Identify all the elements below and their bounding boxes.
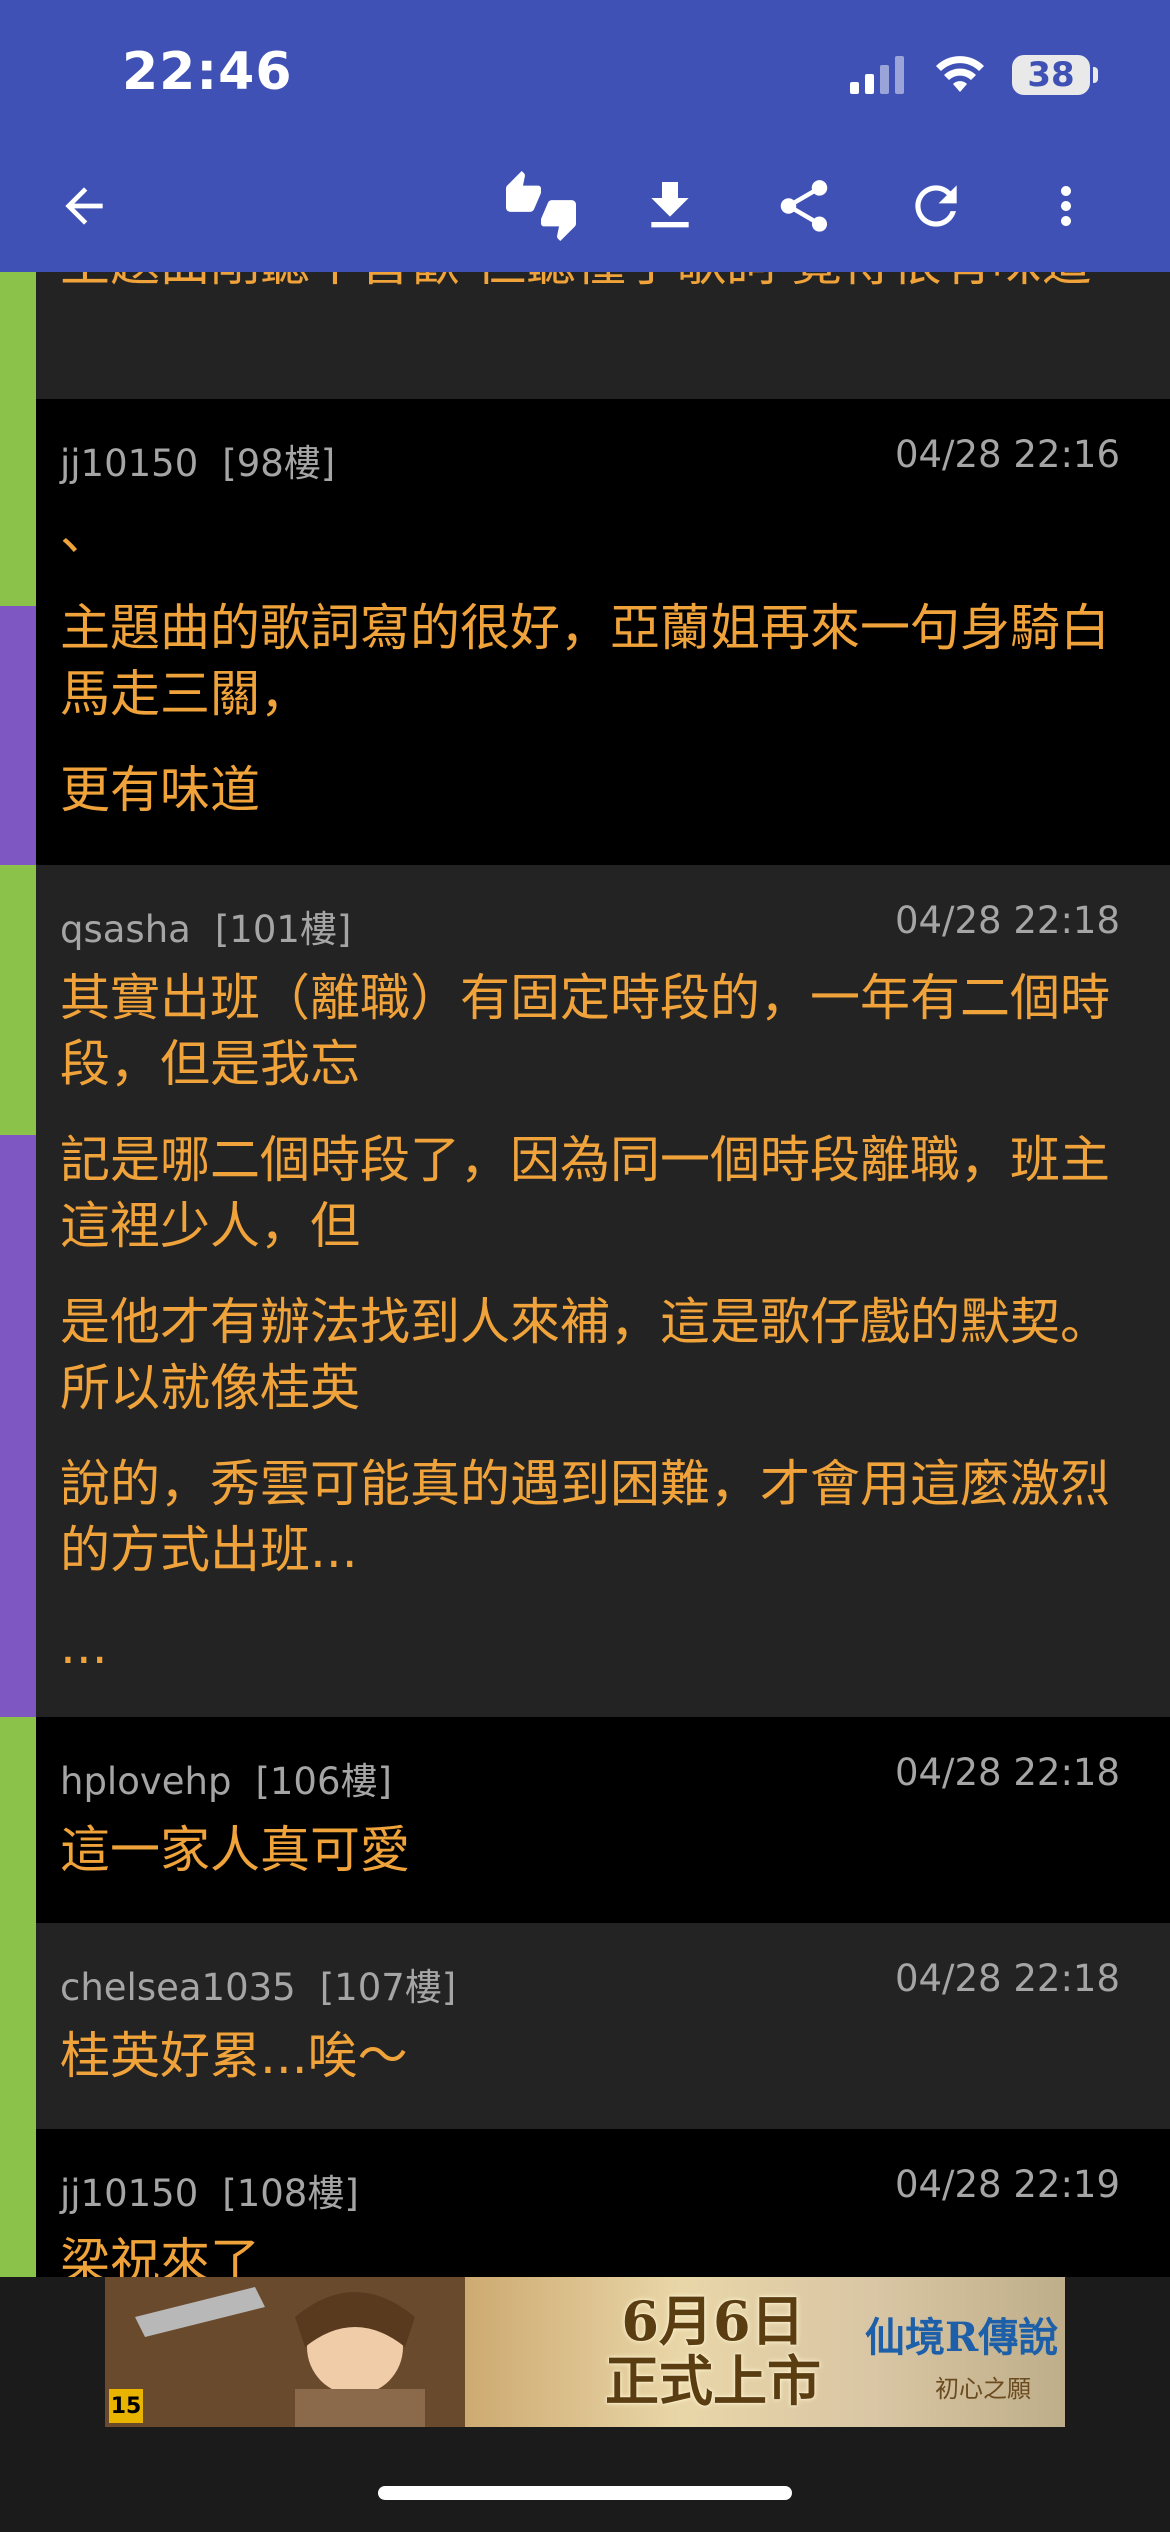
cellular-signal-icon	[850, 56, 904, 94]
timestamp: 04/28 22:18	[894, 1751, 1120, 1794]
thread-indicator	[0, 2129, 36, 2277]
age-rating-badge: 15	[109, 2389, 143, 2423]
comment-body: 桂英好累...唉～	[60, 2023, 1120, 2119]
game-subtitle: 初心之願	[935, 2375, 1031, 2403]
floor-number: [98樓]	[222, 442, 336, 485]
timestamp: 04/28 22:16	[894, 433, 1120, 476]
refresh-icon	[915, 185, 957, 227]
ad-banner[interactable]: 15 6月6日 正式上市 仙境R傳說 初心之願	[105, 2277, 1065, 2427]
comment-body: 其實出班（離職）有固定時段的，一年有二個時段，但是我忘 記是哪二個時段了，因為同…	[60, 965, 1120, 1709]
floor-number: [108樓]	[222, 2172, 359, 2215]
game-character-art	[105, 2277, 465, 2427]
download-button[interactable]	[624, 160, 716, 252]
username[interactable]: qsasha	[60, 908, 191, 951]
thread-indicator	[0, 272, 36, 399]
home-indicator[interactable]	[378, 2486, 792, 2500]
more-vert-icon	[1061, 186, 1071, 226]
comment-text: 主題曲的歌詞寫的很好，亞蘭姐再來一句身騎白馬走三關，	[60, 599, 1110, 723]
toolbar	[0, 160, 1170, 252]
comment-text: 主題曲剛聽不喜歡 但聽懂了歌詞 覺得很有味道	[60, 272, 1120, 296]
thread-indicator	[0, 1717, 36, 1923]
comment-header: hplovehp [106樓] 04/28 22:18	[60, 1751, 1120, 1805]
status-icons: 38	[850, 52, 1098, 98]
comment-text: ...	[60, 1617, 108, 1675]
list-item[interactable]: qsasha [101樓] 04/28 22:18 其實出班（離職）有固定時段的，…	[0, 865, 1170, 1717]
list-item[interactable]: jj10150 [108樓] 04/28 22:19 梁祝來了	[0, 2129, 1170, 2277]
username[interactable]: hplovehp	[60, 1760, 231, 1803]
comment-text: 梁祝來了	[60, 2233, 260, 2277]
comment-text: 其實出班（離職）有固定時段的，一年有二個時段，但是我忘	[60, 969, 1110, 1093]
app-bar: 22:46 38	[0, 0, 1170, 272]
status-time: 22:46	[122, 42, 293, 102]
comment-body: 、 主題曲的歌詞寫的很好，亞蘭姐再來一句身騎白馬走三關， 更有味道	[60, 499, 1120, 853]
comment-text: 更有味道	[60, 761, 260, 819]
download-icon	[651, 182, 689, 228]
comment-text: 桂英好累...唉～	[60, 2027, 408, 2085]
floor-number: [107樓]	[319, 1966, 457, 2009]
list-item[interactable]: chelsea1035 [107樓] 04/28 22:18 桂英好累...唉～	[0, 1923, 1170, 2129]
list-item[interactable]: jj10150 [98樓] 04/28 22:16 、 主題曲的歌詞寫的很好，亞蘭…	[0, 399, 1170, 865]
thread-indicator	[0, 399, 36, 865]
more-options-button[interactable]	[1020, 160, 1112, 252]
username[interactable]: jj10150	[60, 2172, 198, 2215]
comment-header: chelsea1035 [107樓] 04/28 22:18	[60, 1957, 1120, 2011]
timestamp: 04/28 22:18	[894, 899, 1120, 942]
comment-body: 梁祝來了	[60, 2229, 1120, 2277]
timestamp: 04/28 22:19	[894, 2163, 1120, 2206]
arrow-left-icon	[65, 187, 103, 225]
refresh-button[interactable]	[890, 160, 982, 252]
comment-text: 、	[60, 503, 110, 561]
share-icon	[780, 180, 828, 232]
thread-indicator	[0, 1923, 36, 2129]
list-item[interactable]: hplovehp [106樓] 04/28 22:18 這一家人真可愛	[0, 1717, 1170, 1923]
ad-title-line1: 6月6日	[621, 2289, 805, 2353]
battery-level: 38	[1027, 55, 1075, 95]
floor-number: [106樓]	[255, 1760, 392, 1803]
back-button[interactable]	[38, 160, 130, 252]
game-logo: 仙境R傳說	[865, 2314, 1059, 2361]
username[interactable]: chelsea1035	[60, 1966, 296, 2009]
comment-header: jj10150 [98樓] 04/28 22:16	[60, 433, 1120, 487]
wifi-icon	[936, 56, 984, 92]
vote-button[interactable]	[495, 160, 587, 252]
comment-header: jj10150 [108樓] 04/28 22:19	[60, 2163, 1120, 2217]
battery-icon: 38	[1012, 55, 1098, 95]
comment-text: 說的，秀雲可能真的遇到困難，才會用這麼激烈的方式出班...	[60, 1455, 1110, 1579]
timestamp: 04/28 22:18	[894, 1957, 1120, 2000]
comment-text: 這一家人真可愛	[60, 1821, 410, 1879]
comment-header: qsasha [101樓] 04/28 22:18	[60, 899, 1120, 953]
share-button[interactable]	[758, 160, 850, 252]
comment-body: 主題曲剛聽不喜歡 但聽懂了歌詞 覺得很有味道	[60, 272, 1120, 326]
ad-title: 6月6日 正式上市	[605, 2291, 821, 2411]
thread-indicator	[0, 865, 36, 1717]
list-item[interactable]: 主題曲剛聽不喜歡 但聽懂了歌詞 覺得很有味道	[0, 272, 1170, 399]
comment-text: 是他才有辦法找到人來補，這是歌仔戲的默契。所以就像桂英	[60, 1293, 1110, 1417]
thumbs-up-down-icon	[506, 171, 576, 241]
username[interactable]: jj10150	[60, 442, 198, 485]
comment-text: 記是哪二個時段了，因為同一個時段離職，班主這裡少人，但	[60, 1131, 1110, 1255]
comment-body: 這一家人真可愛	[60, 1817, 1120, 1913]
floor-number: [101樓]	[214, 908, 352, 951]
comment-list[interactable]: 主題曲剛聽不喜歡 但聽懂了歌詞 覺得很有味道 jj10150 [98樓] 04/2…	[0, 272, 1170, 2277]
ad-title-line2: 正式上市	[605, 2349, 821, 2413]
